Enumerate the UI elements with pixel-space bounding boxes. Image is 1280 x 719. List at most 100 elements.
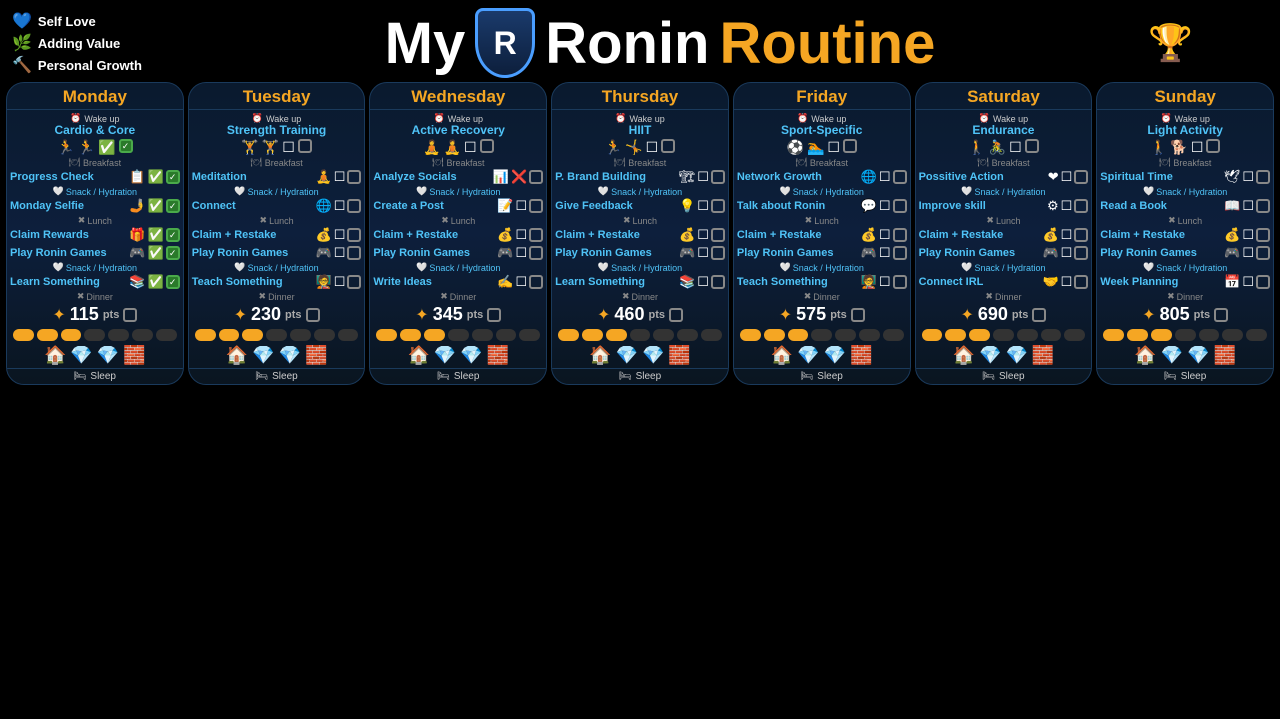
- task-checkbox[interactable]: [711, 170, 725, 184]
- legend: 💙 Self Love 🌿 Adding Value 🔨 Personal Gr…: [12, 11, 172, 75]
- bottom-icons: 🏠💎💎🧱: [370, 343, 546, 368]
- task-icon: 🏗: [679, 169, 696, 185]
- task-checkbox[interactable]: [711, 246, 725, 260]
- bottom-icon: 🏠: [1134, 345, 1156, 366]
- task-checkbox[interactable]: [1256, 246, 1270, 260]
- bottom-icon: 💎: [616, 345, 638, 366]
- task-checkbox[interactable]: [893, 199, 907, 213]
- snack-separator: 🤍Snack / Hydration: [370, 262, 546, 273]
- task-checkbox[interactable]: [711, 275, 725, 289]
- task-checkbox[interactable]: [893, 275, 907, 289]
- lunch-dinner-separator: ✖Dinner: [189, 291, 365, 302]
- activity-icon: 🧘: [423, 139, 440, 156]
- task-checkbox[interactable]: [1256, 170, 1270, 184]
- day-header-tuesday: Tuesday: [189, 83, 365, 110]
- day-col-tuesday: Tuesday ⏰ Wake up Strength Training 🏋🏋☐🍽…: [188, 82, 366, 385]
- task-icon: ☐: [515, 245, 527, 261]
- task-icon: ☐: [697, 274, 709, 290]
- task-label: Play Ronin Games: [737, 247, 859, 260]
- activity-checkbox[interactable]: [298, 139, 312, 153]
- task-checkbox[interactable]: [1074, 199, 1088, 213]
- activity-checkbox[interactable]: [661, 139, 675, 153]
- task-icon: 🎮: [1042, 245, 1058, 261]
- points-checkbox[interactable]: [1214, 308, 1228, 322]
- task-checkbox[interactable]: [166, 228, 180, 242]
- activity-checkbox[interactable]: [119, 139, 133, 153]
- task-row: Learn Something📚✅: [7, 273, 183, 291]
- points-checkbox[interactable]: [306, 308, 320, 322]
- wake-section: ⏰ Wake up Light Activity: [1097, 110, 1273, 138]
- task-icon: 🌐: [316, 198, 332, 214]
- points-checkbox[interactable]: [487, 308, 501, 322]
- task-checkbox[interactable]: [166, 199, 180, 213]
- bottom-icon: 🏠: [953, 345, 975, 366]
- day-col-friday: Friday ⏰ Wake up Sport-Specific ⚽🏊☐🍽Brea…: [733, 82, 911, 385]
- task-checkbox[interactable]: [166, 275, 180, 289]
- task-icon: ☐: [697, 245, 709, 261]
- task-checkbox[interactable]: [893, 228, 907, 242]
- task-checkbox[interactable]: [893, 246, 907, 260]
- points-checkbox[interactable]: [1032, 308, 1046, 322]
- task-checkbox[interactable]: [1074, 228, 1088, 242]
- task-checkbox[interactable]: [711, 199, 725, 213]
- task-checkbox[interactable]: [347, 170, 361, 184]
- activity-icon: 🐕: [1170, 139, 1187, 156]
- task-row: Connect IRL🤝☐: [916, 273, 1092, 291]
- task-checkbox[interactable]: [347, 246, 361, 260]
- task-icon: ☐: [515, 274, 527, 290]
- task-label: Play Ronin Games: [919, 247, 1041, 260]
- task-checkbox[interactable]: [347, 275, 361, 289]
- snack-separator: 🤍Snack / Hydration: [189, 262, 365, 273]
- task-label: Connect IRL: [919, 276, 1041, 289]
- task-checkbox[interactable]: [529, 199, 543, 213]
- day-header-sunday: Sunday: [1097, 83, 1273, 110]
- task-icon: 🧑‍🏫: [316, 274, 332, 290]
- heart-icon: 🤍: [416, 186, 427, 197]
- task-icon: ☐: [1242, 227, 1254, 243]
- activity-checkbox[interactable]: [1206, 139, 1220, 153]
- task-checkbox[interactable]: [529, 170, 543, 184]
- activity-checkbox[interactable]: [480, 139, 494, 153]
- task-checkbox[interactable]: [529, 246, 543, 260]
- task-checkbox[interactable]: [166, 246, 180, 260]
- points-checkbox[interactable]: [669, 308, 683, 322]
- task-icon: ☐: [879, 169, 891, 185]
- task-checkbox[interactable]: [1074, 170, 1088, 184]
- bottom-icon: 💎: [252, 345, 274, 366]
- snack-separator: 🤍Snack / Hydration: [7, 186, 183, 197]
- task-label: Claim + Restake: [1100, 229, 1222, 242]
- task-row: P. Brand Building🏗☐: [552, 168, 728, 186]
- task-icon: ☐: [334, 227, 346, 243]
- points-checkbox[interactable]: [123, 308, 137, 322]
- task-icon: 💰: [497, 227, 513, 243]
- task-checkbox[interactable]: [529, 228, 543, 242]
- task-checkbox[interactable]: [1256, 199, 1270, 213]
- task-row: Learn Something📚☐: [552, 273, 728, 291]
- task-checkbox[interactable]: [1256, 228, 1270, 242]
- days-grid: Monday ⏰ Wake up Cardio & Core 🏃🏃✅🍽Break…: [0, 82, 1280, 385]
- progress-bar-0: [558, 329, 579, 341]
- task-label: Network Growth: [737, 171, 859, 184]
- task-checkbox[interactable]: [166, 170, 180, 184]
- task-checkbox[interactable]: [1074, 246, 1088, 260]
- task-checkbox[interactable]: [1074, 275, 1088, 289]
- task-row: Play Ronin Games🎮☐: [370, 244, 546, 262]
- activity-checkbox[interactable]: [843, 139, 857, 153]
- task-checkbox[interactable]: [1256, 275, 1270, 289]
- task-checkbox[interactable]: [347, 228, 361, 242]
- task-checkbox[interactable]: [893, 170, 907, 184]
- points-number: 345: [433, 304, 463, 325]
- task-checkbox[interactable]: [711, 228, 725, 242]
- task-row: Play Ronin Games🎮☐: [189, 244, 365, 262]
- task-icon: ✅: [148, 245, 164, 261]
- activity-checkbox[interactable]: [1025, 139, 1039, 153]
- task-label: Analyze Socials: [373, 171, 490, 184]
- task-icon: 🤝: [1042, 274, 1058, 290]
- task-checkbox[interactable]: [529, 275, 543, 289]
- wake-section: ⏰ Wake up HIIT: [552, 110, 728, 138]
- task-checkbox[interactable]: [347, 199, 361, 213]
- points-checkbox[interactable]: [851, 308, 865, 322]
- bottom-icon: 💎: [979, 345, 1001, 366]
- day-col-wednesday: Wednesday ⏰ Wake up Active Recovery 🧘🧘☐🍽…: [369, 82, 547, 385]
- star-icon: ✦: [597, 305, 610, 325]
